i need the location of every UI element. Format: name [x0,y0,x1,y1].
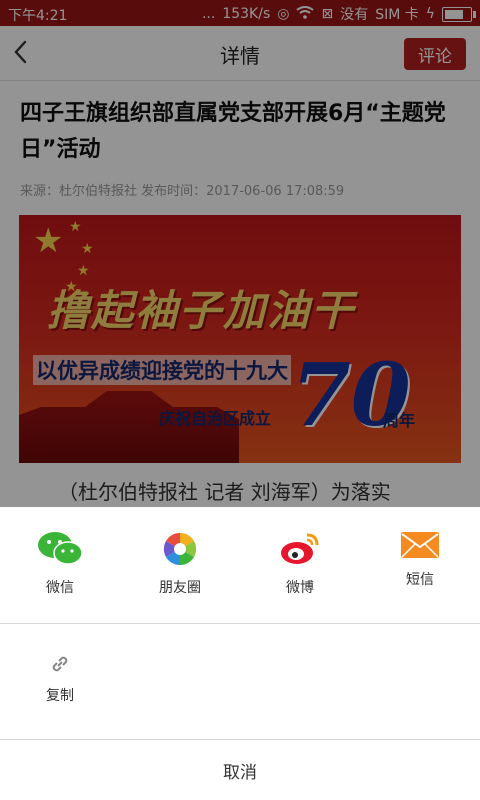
share-label: 微信 [46,580,74,596]
share-label: 短信 [406,572,434,588]
share-weibo-button[interactable]: 微博 [240,531,360,597]
sms-icon [401,532,439,558]
share-row: 微信 朋友圈 微博 短信 [0,507,480,623]
moments-icon [163,532,197,566]
share-sheet: 微信 朋友圈 微博 短信 复制 取消 [0,507,480,800]
modal-backdrop[interactable] [0,0,480,507]
share-label: 朋友圈 [159,580,201,596]
cancel-button[interactable]: 取消 [0,740,480,800]
share-sms-button[interactable]: 短信 [360,531,480,589]
share-moments-button[interactable]: 朋友圈 [120,531,240,597]
wechat-icon [38,532,83,565]
share-label: 微博 [286,580,314,596]
weibo-icon [281,533,319,564]
copy-label: 复制 [46,688,74,704]
copy-link-button[interactable]: 复制 [40,653,80,705]
share-wechat-button[interactable]: 微信 [0,531,120,597]
divider [0,623,480,624]
link-icon [52,656,68,672]
